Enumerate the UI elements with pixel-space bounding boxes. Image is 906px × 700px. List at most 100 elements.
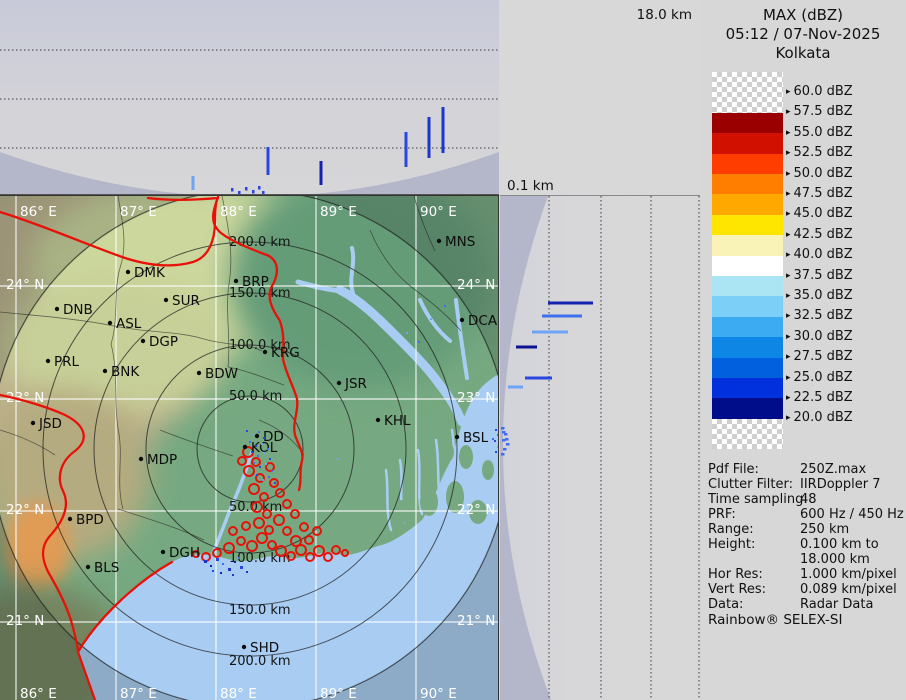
echo-pixel [259, 466, 261, 468]
city-label: SUR [172, 293, 200, 309]
min-height-label: 0.1 km [507, 178, 554, 194]
right-projection-plot [500, 195, 700, 700]
echo-speck [231, 188, 234, 192]
scale-tick-arrow-icon: ▸ [786, 268, 791, 284]
longitude-label-top: 88° E [220, 204, 257, 220]
metadata-value: 1.000 km/pixel [800, 567, 904, 582]
scale-block-color [712, 317, 783, 337]
radar-map: 50.0 km50.0 km100.0 km100.0 km150.0 km15… [0, 195, 499, 700]
longitude-label-bottom: 89° E [320, 686, 357, 700]
echo-pixel [238, 557, 240, 559]
scale-tick-value: 32.5 dBZ [794, 308, 853, 323]
top-projection-plot [0, 0, 499, 195]
echo-speck [252, 190, 255, 194]
scale-tick-label: ▸60.0 dBZ [786, 84, 853, 100]
echo-pixel [261, 443, 263, 445]
metadata-label: Vert Res: [708, 582, 766, 597]
scale-tick-label: ▸50.0 dBZ [786, 166, 853, 182]
echo-pixel [253, 462, 255, 464]
city-dot [46, 359, 50, 363]
scale-tick-arrow-icon: ▸ [786, 125, 791, 141]
scale-tick-value: 60.0 dBZ [794, 84, 853, 99]
city-dot [55, 307, 59, 311]
metadata-row: Range:250 km [708, 522, 904, 537]
latitude-label-right: 24° N [457, 277, 495, 293]
longitude-label-bottom: 86° E [20, 686, 57, 700]
metadata-label: Range: [708, 522, 754, 537]
scale-tick-label: ▸35.0 dBZ [786, 288, 853, 304]
echo-speck [238, 191, 241, 195]
top-panel-background [0, 0, 499, 195]
longitude-label-bottom: 88° E [220, 686, 257, 700]
scale-block-color [712, 194, 783, 214]
site-name: Kolkata [700, 44, 906, 63]
scale-tick-label: ▸37.5 dBZ [786, 268, 853, 284]
echo-pixel [255, 445, 257, 447]
scale-block-color [712, 296, 783, 316]
timestamp: 05:12 / 07-Nov-2025 [700, 25, 906, 44]
city-label: JSR [344, 376, 367, 392]
scale-tick-value: 37.5 dBZ [794, 268, 853, 283]
echo-pixel [252, 434, 254, 436]
latitude-label-left: 22° N [6, 502, 44, 518]
echo-pixel [210, 565, 212, 567]
scale-tick-value: 42.5 dBZ [794, 227, 853, 242]
max-height-label: 18.0 km [590, 7, 692, 23]
scale-tick-value: 47.5 dBZ [794, 186, 853, 201]
echo-pixel [430, 318, 432, 320]
city-label: BRP [242, 274, 269, 290]
latitude-label-right: 22° N [457, 502, 495, 518]
scale-block-color [712, 398, 783, 418]
right-panel-background [500, 195, 700, 700]
city-label: DGP [149, 334, 178, 350]
city-label: JSD [38, 416, 62, 432]
scale-tick-arrow-icon: ▸ [786, 288, 791, 304]
scale-tick-arrow-icon: ▸ [786, 145, 791, 161]
echo-pixel [246, 571, 248, 573]
metadata-row: PRF: 600 Hz / 450 Hz [708, 507, 904, 522]
scale-tick-arrow-icon: ▸ [786, 206, 791, 222]
scale-block-color [712, 256, 783, 276]
metadata-row: Vert Res: 0.089 km/pixel [708, 582, 904, 597]
city-label: MNS [445, 234, 475, 250]
city-dot [139, 457, 143, 461]
scale-tick-label: ▸25.0 dBZ [786, 370, 853, 386]
scale-tick-label: ▸30.0 dBZ [786, 329, 853, 345]
scale-tick-value: 30.0 dBZ [794, 329, 853, 344]
city-dot [234, 279, 238, 283]
city-label: KHL [384, 413, 411, 429]
metadata-value: 600 Hz / 450 Hz [800, 507, 904, 522]
echo-pixel [251, 451, 253, 453]
scale-tick-arrow-icon: ▸ [786, 186, 791, 202]
scale-block-color [712, 337, 783, 357]
scale-block-color [712, 215, 783, 235]
metadata-label: Height: [708, 537, 755, 552]
scale-tick-label: ▸22.5 dBZ [786, 390, 853, 406]
echo-pixel [274, 482, 276, 484]
city-label: DGH [169, 545, 200, 561]
city-dot [126, 270, 130, 274]
longitude-label-top: 86° E [20, 204, 57, 220]
echo-pixel [495, 429, 497, 431]
scale-block-transparent-bottom [712, 419, 783, 449]
metadata-value: 0.089 km/pixel [800, 582, 904, 597]
city-dot [86, 565, 90, 569]
city-dot [255, 434, 259, 438]
scale-block-color [712, 235, 783, 255]
city-dot [460, 318, 464, 322]
city-dot [141, 339, 145, 343]
echo-pixel [228, 568, 231, 571]
scale-block-color [712, 154, 783, 174]
city-dot [437, 239, 441, 243]
echo-pixel [234, 561, 236, 563]
metadata-label: PRF: [708, 507, 736, 522]
metadata-label: Pdf File: [708, 462, 759, 477]
scale-tick-value: 52.5 dBZ [794, 145, 853, 160]
range-ring-label-south: 150.0 km [229, 603, 291, 618]
scale-tick-label: ▸45.0 dBZ [786, 206, 853, 222]
city-dot [263, 350, 267, 354]
echo-pixel [257, 455, 259, 457]
scale-tick-arrow-icon: ▸ [786, 329, 791, 345]
city-label: DCA [468, 313, 498, 329]
longitude-label-top: 89° E [320, 204, 357, 220]
